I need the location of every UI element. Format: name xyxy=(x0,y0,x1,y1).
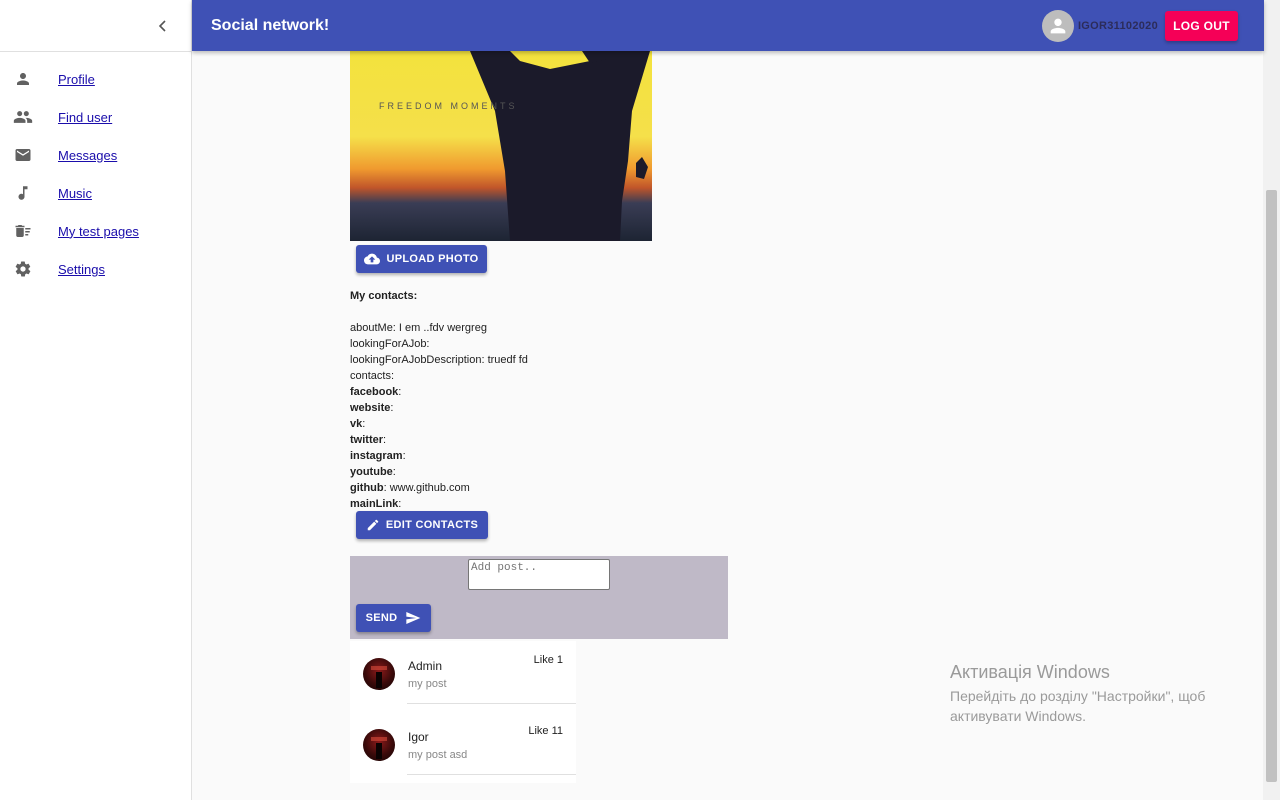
contact-github: github: www.github.com xyxy=(350,482,470,494)
send-button[interactable]: SEND xyxy=(356,604,431,632)
sidebar-header xyxy=(0,0,191,52)
sidebar-item-my-test-pages[interactable]: My test pages xyxy=(0,212,191,250)
nav-list: Profile Find user Messages Music My test… xyxy=(0,52,191,288)
sidebar-item-settings[interactable]: Settings xyxy=(0,250,191,288)
sidebar-item-label[interactable]: Settings xyxy=(58,262,105,277)
sidebar-item-label[interactable]: Music xyxy=(58,186,92,201)
about-me: aboutMe: I em ..fdv wergreg xyxy=(350,322,487,334)
like-count[interactable]: Like 1 xyxy=(534,654,563,666)
sidebar-item-label[interactable]: My test pages xyxy=(58,224,139,239)
edit-contacts-label: EDIT CONTACTS xyxy=(385,519,479,531)
sidebar-item-label[interactable]: Messages xyxy=(58,148,117,163)
scrollbar-thumb[interactable] xyxy=(1266,190,1277,782)
app-header: Social network! IGOR31102020 LOG OUT xyxy=(192,0,1264,51)
activation-line-2: активувати Windows. xyxy=(950,708,1086,724)
contact-vk: vk: xyxy=(350,418,366,430)
contact-instagram: instagram: xyxy=(350,450,406,462)
sidebar: Profile Find user Messages Music My test… xyxy=(0,0,192,800)
upload-photo-label: UPLOAD PHOTO xyxy=(386,253,479,265)
post-text: my post xyxy=(408,678,447,690)
username: IGOR31102020 xyxy=(1077,20,1158,32)
sidebar-item-label[interactable]: Profile xyxy=(58,72,95,87)
pencil-icon xyxy=(366,518,380,532)
profile-info: aboutMe: I em ..fdv wergreg lookingForAJ… xyxy=(350,320,528,512)
send-icon xyxy=(405,610,421,626)
new-post-form: SEND xyxy=(350,556,728,639)
post-text: my post asd xyxy=(408,749,468,761)
post-author: Admin xyxy=(408,659,443,673)
send-label: SEND xyxy=(365,612,398,624)
gear-icon xyxy=(12,258,34,280)
looking-for-job-description: lookingForAJobDescription: truedf fd xyxy=(350,354,528,366)
scrollbar[interactable] xyxy=(1263,0,1280,800)
divider xyxy=(407,774,576,775)
app-title: Social network! xyxy=(211,16,330,34)
contact-website: website: xyxy=(350,402,394,414)
sidebar-item-find-user[interactable]: Find user xyxy=(0,98,191,136)
logout-button[interactable]: LOG OUT xyxy=(1165,11,1238,41)
list-item: Igor my post asd Like 11 xyxy=(350,712,576,783)
windows-activation-watermark: Активація Windows Перейдіть до розділу "… xyxy=(950,662,1205,726)
activation-line-1: Перейдіть до розділу "Настройки", щоб xyxy=(950,688,1206,704)
contact-youtube: youtube: xyxy=(350,466,396,478)
music-note-icon xyxy=(12,182,34,204)
sidebar-item-profile[interactable]: Profile xyxy=(0,60,191,98)
profile-photo: FREEDOM MOMENTS xyxy=(350,51,652,241)
contacts-label: contacts: xyxy=(350,370,395,382)
user-area: IGOR31102020 LOG OUT xyxy=(1041,10,1238,42)
post-input[interactable] xyxy=(468,559,610,590)
avatar xyxy=(363,729,395,761)
people-icon xyxy=(12,106,34,128)
contacts-title: My contacts: xyxy=(350,290,418,302)
posts-list: Admin my post Like 1 Igor my post asd Li… xyxy=(350,641,576,783)
photo-caption: FREEDOM MOMENTS xyxy=(379,101,518,111)
contact-twitter: twitter: xyxy=(350,434,387,446)
cloud-upload-icon xyxy=(364,251,381,267)
chevron-left-icon[interactable] xyxy=(151,14,175,38)
looking-for-job: lookingForAJob: xyxy=(350,338,430,350)
avatar[interactable] xyxy=(1041,10,1074,42)
post-author: Igor xyxy=(408,730,429,744)
mail-icon xyxy=(12,144,34,166)
person-icon xyxy=(12,68,34,90)
like-count[interactable]: Like 11 xyxy=(528,725,563,737)
contact-mainlink: mainLink: xyxy=(350,498,402,510)
sidebar-item-music[interactable]: Music xyxy=(0,174,191,212)
sidebar-item-label[interactable]: Find user xyxy=(58,110,112,125)
delete-sweep-icon xyxy=(12,220,34,242)
edit-contacts-button[interactable]: EDIT CONTACTS xyxy=(356,511,488,539)
contact-facebook: facebook: xyxy=(350,386,402,398)
avatar xyxy=(363,658,395,690)
sidebar-item-messages[interactable]: Messages xyxy=(0,136,191,174)
person-icon xyxy=(1050,18,1066,34)
upload-photo-button[interactable]: UPLOAD PHOTO xyxy=(356,245,487,273)
list-item: Admin my post Like 1 xyxy=(350,641,576,712)
activation-title: Активація Windows xyxy=(950,662,1110,682)
divider xyxy=(407,703,576,704)
